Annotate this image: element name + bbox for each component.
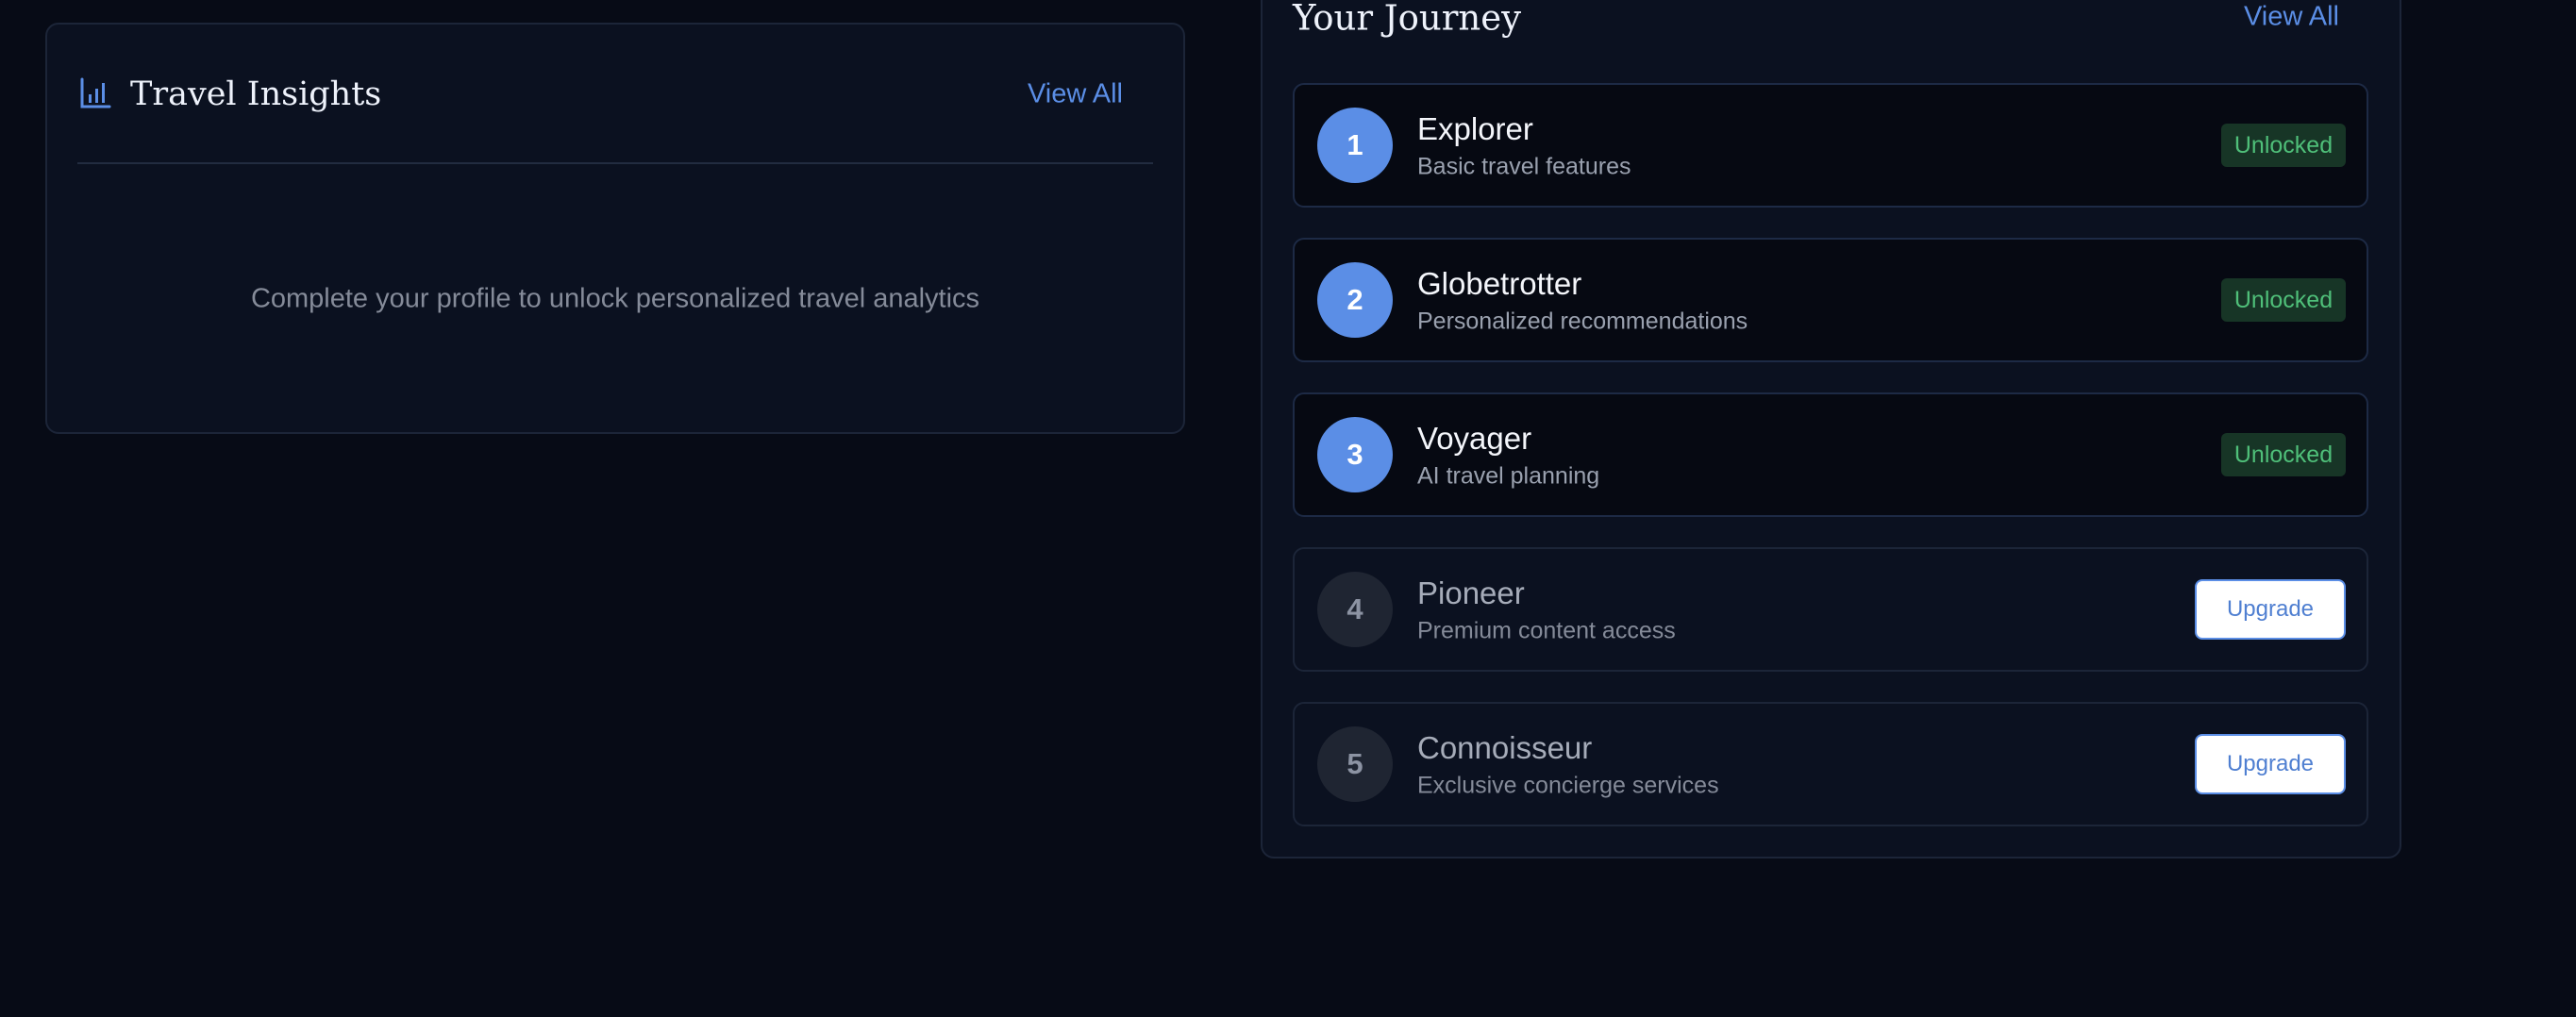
journey-level-voyager: 3 Voyager AI travel planning Unlocked bbox=[1293, 392, 2368, 517]
unlocked-badge: Unlocked bbox=[2221, 278, 2346, 322]
level-number-badge: 1 bbox=[1317, 108, 1393, 183]
level-name: Explorer bbox=[1417, 111, 1533, 146]
unlocked-badge: Unlocked bbox=[2221, 433, 2346, 476]
level-number-badge: 5 bbox=[1317, 726, 1393, 802]
level-description: Premium content access bbox=[1417, 617, 1676, 644]
level-description: Exclusive concierge services bbox=[1417, 772, 1719, 799]
journey-view-all-link[interactable]: View All bbox=[2244, 2, 2339, 33]
journey-level-explorer: 1 Explorer Basic travel features Unlocke… bbox=[1293, 83, 2368, 208]
journey-level-pioneer: 4 Pioneer Premium content access Upgrade bbox=[1293, 547, 2368, 672]
level-name: Voyager bbox=[1417, 421, 1532, 456]
insights-view-all-link[interactable]: View All bbox=[1028, 79, 1123, 110]
bar-chart-icon bbox=[79, 77, 111, 109]
level-name: Pioneer bbox=[1417, 575, 1525, 610]
journey-level-connoisseur: 5 Connoisseur Exclusive concierge servic… bbox=[1293, 702, 2368, 826]
level-description: Personalized recommendations bbox=[1417, 308, 1748, 335]
level-number-badge: 4 bbox=[1317, 572, 1393, 647]
level-name: Connoisseur bbox=[1417, 730, 1593, 765]
level-name: Globetrotter bbox=[1417, 266, 1582, 301]
upgrade-button[interactable]: Upgrade bbox=[2195, 734, 2346, 794]
level-description: AI travel planning bbox=[1417, 462, 1600, 490]
level-number-badge: 3 bbox=[1317, 417, 1393, 492]
journey-level-globetrotter: 2 Globetrotter Personalized recommendati… bbox=[1293, 238, 2368, 362]
upgrade-button[interactable]: Upgrade bbox=[2195, 579, 2346, 640]
level-description: Basic travel features bbox=[1417, 153, 1631, 180]
unlocked-badge: Unlocked bbox=[2221, 124, 2346, 167]
your-journey-title: Your Journey bbox=[1293, 0, 1522, 39]
divider bbox=[77, 162, 1153, 164]
travel-insights-card: Travel Insights View All Complete your p… bbox=[45, 23, 1185, 434]
insights-empty-message: Complete your profile to unlock personal… bbox=[250, 283, 980, 314]
travel-insights-title: Travel Insights bbox=[130, 75, 382, 113]
level-number-badge: 2 bbox=[1317, 262, 1393, 338]
